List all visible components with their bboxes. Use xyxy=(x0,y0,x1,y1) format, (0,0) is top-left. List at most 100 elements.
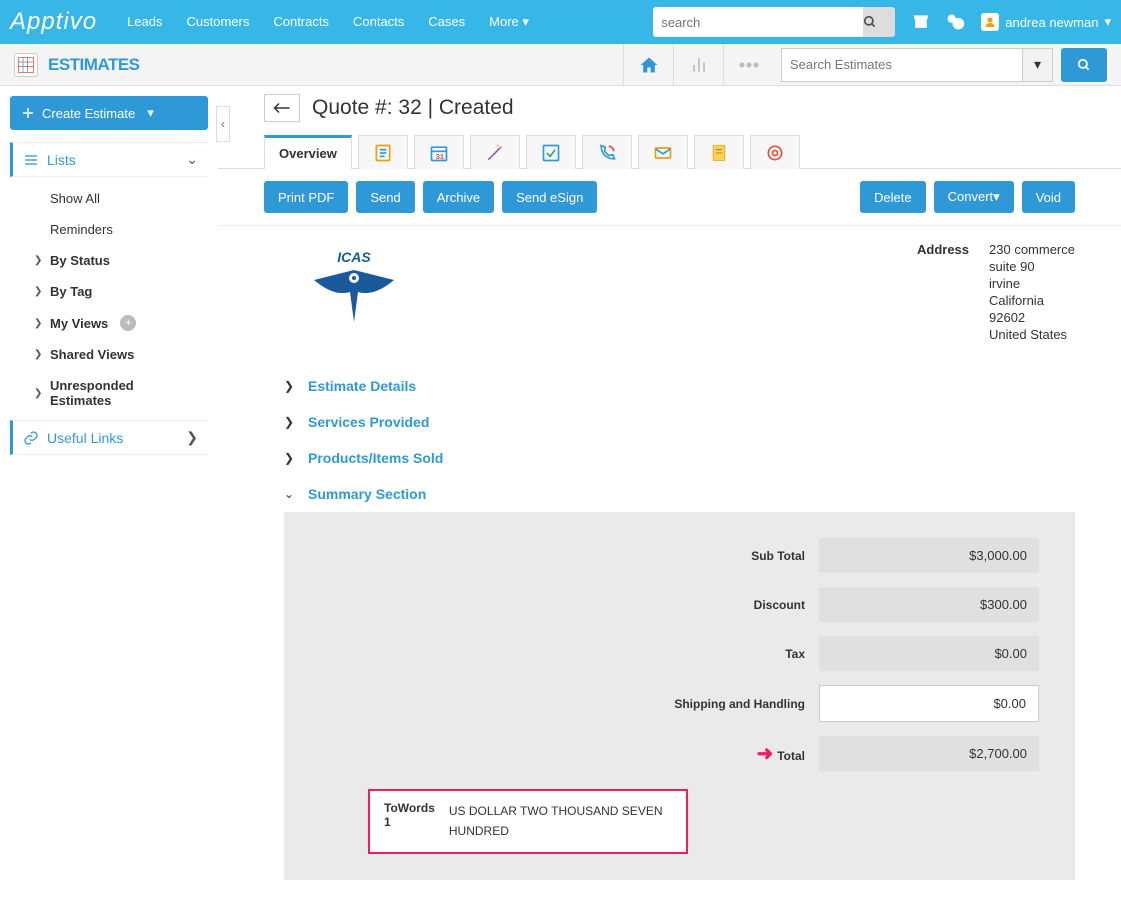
chevron-down-icon: ▾ xyxy=(522,14,529,29)
nav-contracts[interactable]: Contracts xyxy=(263,8,339,36)
target-icon xyxy=(765,143,785,163)
list-icon xyxy=(23,152,39,168)
chevron-right-icon: ❯ xyxy=(284,451,298,465)
archive-button[interactable]: Archive xyxy=(423,181,494,213)
towords-label: ToWords 1 xyxy=(384,801,435,842)
nav-customers[interactable]: Customers xyxy=(176,8,259,36)
chevron-down-icon: ▾ xyxy=(147,105,154,121)
tab-email[interactable] xyxy=(638,135,688,169)
global-search xyxy=(653,7,895,37)
action-bar: Print PDF Send Archive Send eSign Delete… xyxy=(218,169,1121,226)
convert-button[interactable]: Convert▾ xyxy=(934,181,1014,213)
tab-target[interactable] xyxy=(750,135,800,169)
tab-wand[interactable] xyxy=(470,135,520,169)
nav-leads[interactable]: Leads xyxy=(117,8,172,36)
row-discount: Discount $300.00 xyxy=(320,587,1039,622)
wand-icon xyxy=(485,143,505,163)
sidebar-item-show-all[interactable]: Show All xyxy=(24,183,208,214)
acc-summary-section[interactable]: ⌄Summary Section xyxy=(284,476,1075,512)
sidebar-item-reminders[interactable]: Reminders xyxy=(24,214,208,245)
sidebar-collapse-handle[interactable]: ‹ xyxy=(216,106,230,142)
shipping-input[interactable]: $0.00 xyxy=(819,685,1039,722)
user-menu[interactable]: andrea newman ▾ xyxy=(981,13,1111,31)
app-search-input[interactable] xyxy=(782,49,1022,81)
user-name: andrea newman xyxy=(1005,15,1098,30)
sidebar: Create Estimate ▾ Lists ⌄ Show All Remin… xyxy=(0,86,218,900)
nav-cases[interactable]: Cases xyxy=(418,8,475,36)
arrow-right-icon: ➜ xyxy=(756,743,773,765)
sidebar-item-by-status[interactable]: ❯By Status xyxy=(24,245,208,276)
sidebar-item-shared-views[interactable]: ❯Shared Views xyxy=(24,339,208,370)
chevron-down-icon: ⌄ xyxy=(186,151,198,168)
top-header: Apptivo Leads Customers Contracts Contac… xyxy=(0,0,1121,44)
brand-logo[interactable]: Apptivo xyxy=(10,8,97,36)
row-shipping: Shipping and Handling $0.00 xyxy=(320,685,1039,722)
note-icon xyxy=(373,143,393,163)
towords-value: US DOLLAR TWO THOUSAND SEVEN HUNDRED xyxy=(449,801,672,842)
back-button[interactable] xyxy=(264,94,300,122)
home-tab-button[interactable] xyxy=(623,44,673,86)
void-button[interactable]: Void xyxy=(1022,181,1075,213)
address-block: Address 230 commerce suite 90 irvine Cal… xyxy=(917,242,1075,344)
avatar xyxy=(981,13,999,31)
tab-calls[interactable] xyxy=(582,135,632,169)
app-header: ESTIMATES ▾ xyxy=(0,44,1121,86)
svg-text:31: 31 xyxy=(435,151,443,160)
create-estimate-label: Create Estimate xyxy=(42,106,135,121)
send-esign-button[interactable]: Send eSign xyxy=(502,181,597,213)
arrow-left-icon xyxy=(273,102,291,114)
chevron-right-icon: ❯ xyxy=(34,286,44,297)
delete-button[interactable]: Delete xyxy=(860,181,926,213)
company-logo: ICAS xyxy=(304,242,444,332)
acc-products-sold[interactable]: ❯Products/Items Sold xyxy=(284,440,1075,476)
send-button[interactable]: Send xyxy=(356,181,414,213)
global-search-input[interactable] xyxy=(653,7,863,37)
global-search-button[interactable] xyxy=(863,7,895,37)
acc-estimate-details[interactable]: ❯Estimate Details xyxy=(284,368,1075,404)
notification-icon[interactable] xyxy=(945,12,965,32)
tab-document[interactable] xyxy=(694,135,744,169)
more-tab-button[interactable] xyxy=(723,44,773,86)
tab-tasks[interactable] xyxy=(526,135,576,169)
chevron-down-icon: ▾ xyxy=(993,189,1000,204)
print-pdf-button[interactable]: Print PDF xyxy=(264,181,348,213)
app-icon xyxy=(14,53,38,77)
create-estimate-button[interactable]: Create Estimate ▾ xyxy=(10,96,208,130)
document-icon xyxy=(709,143,729,163)
reports-tab-button[interactable] xyxy=(673,44,723,86)
chevron-down-icon: ▾ xyxy=(1104,14,1111,30)
sidebar-item-by-tag[interactable]: ❯By Tag xyxy=(24,276,208,307)
bar-chart-icon xyxy=(689,55,709,75)
app-search-dropdown[interactable]: ▾ xyxy=(1022,49,1052,81)
store-icon[interactable] xyxy=(911,12,931,32)
chevron-right-icon: ❯ xyxy=(34,349,44,360)
towords-box: ToWords 1 US DOLLAR TWO THOUSAND SEVEN H… xyxy=(368,789,688,854)
chevron-right-icon: ❯ xyxy=(186,429,198,446)
nav-contacts[interactable]: Contacts xyxy=(343,8,414,36)
chevron-right-icon: ❯ xyxy=(284,379,298,393)
total-value: $2,700.00 xyxy=(819,736,1039,771)
subtotal-value: $3,000.00 xyxy=(819,538,1039,573)
sidebar-useful-links-label: Useful Links xyxy=(47,430,123,446)
tab-calendar[interactable]: 31 xyxy=(414,135,464,169)
sidebar-lists-header[interactable]: Lists ⌄ xyxy=(10,142,208,177)
accordion: ❯Estimate Details ❯Services Provided ❯Pr… xyxy=(284,368,1075,512)
app-search-button[interactable] xyxy=(1061,48,1107,82)
app-search: ▾ xyxy=(781,48,1053,82)
sidebar-useful-links[interactable]: Useful Links ❯ xyxy=(10,420,208,455)
link-icon xyxy=(23,430,39,446)
tab-overview[interactable]: Overview xyxy=(264,135,352,169)
nav-more[interactable]: More ▾ xyxy=(479,8,539,36)
tab-notes[interactable] xyxy=(358,135,408,169)
sidebar-list: Show All Reminders ❯By Status ❯By Tag ❯M… xyxy=(10,179,208,420)
sidebar-lists-label: Lists xyxy=(47,152,76,168)
row-total: ➜Total $2,700.00 xyxy=(320,736,1039,771)
acc-services-provided[interactable]: ❯Services Provided xyxy=(284,404,1075,440)
svg-text:ICAS: ICAS xyxy=(337,249,371,265)
discount-value: $300.00 xyxy=(819,587,1039,622)
phone-icon xyxy=(597,143,617,163)
sidebar-item-my-views[interactable]: ❯My Views+ xyxy=(24,307,208,339)
add-view-icon[interactable]: + xyxy=(120,315,136,331)
content: ‹ Quote #: 32 | Created Overview 31 Prin… xyxy=(218,86,1121,900)
sidebar-item-unresponded[interactable]: ❯Unresponded Estimates xyxy=(24,370,208,416)
